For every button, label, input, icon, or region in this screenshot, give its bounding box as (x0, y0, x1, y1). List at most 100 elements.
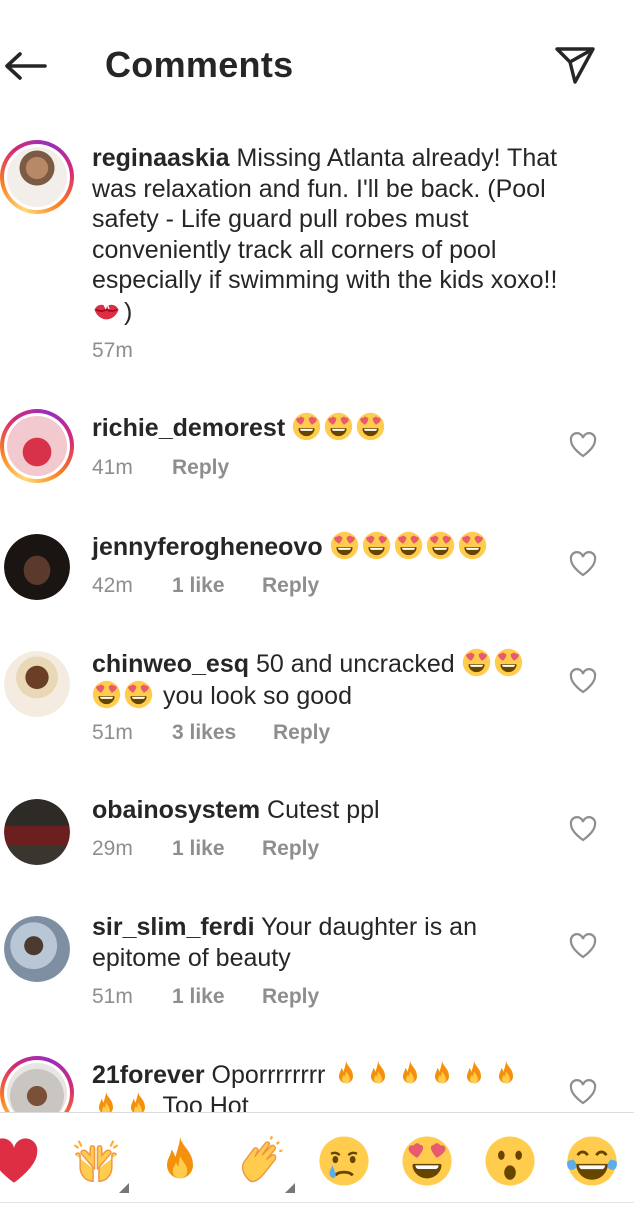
fire-emoji (492, 1060, 520, 1088)
like-button[interactable] (568, 667, 598, 695)
fire-emoji (124, 1091, 152, 1113)
heart-eyes-emoji (458, 531, 487, 560)
fire-emoji (396, 1060, 424, 1088)
heart-eyes-emoji (362, 531, 391, 560)
comment-time: 42m (92, 574, 133, 597)
paper-plane-icon (555, 47, 595, 84)
tears-of-joy-emoji[interactable] (566, 1135, 618, 1187)
comment-username[interactable]: sir_slim_ferdi (92, 913, 255, 941)
comment-text: 21forever Oporrrrrrrr Too Hot (92, 1060, 562, 1112)
comment-body-end: you look so good (162, 681, 352, 710)
comment-meta: 42m 1 like Reply (92, 574, 319, 598)
comment-username[interactable]: reginaaskia (92, 144, 230, 172)
comment-body: Cutest ppl (260, 796, 380, 824)
avatar[interactable] (0, 140, 74, 214)
reply-button[interactable]: Reply (172, 456, 229, 480)
back-button[interactable] (0, 44, 50, 88)
heart-outline-icon (569, 551, 597, 577)
comment-text: obainosystem Cutest ppl (92, 795, 562, 826)
skin-tone-indicator (285, 1183, 295, 1193)
heart-eyes-emoji (92, 680, 121, 709)
fire-emoji (364, 1060, 392, 1088)
comment-body: 50 and uncracked (249, 650, 455, 678)
comment-text: chinweo_esq 50 and uncracked you look so… (92, 648, 562, 711)
comment-text: richie_demorest (92, 412, 562, 444)
avatar[interactable] (0, 647, 74, 721)
heart-outline-icon (569, 432, 597, 458)
heart-eyes-emoji[interactable] (401, 1135, 453, 1187)
like-button[interactable] (568, 815, 598, 843)
fire-emoji (92, 1091, 120, 1113)
comment-text: jennyferogheneovo (92, 531, 562, 563)
avatar[interactable] (0, 530, 74, 604)
likes-count[interactable]: 3 likes (172, 721, 273, 745)
heart-eyes-emoji (292, 412, 321, 441)
comment-time: 41m (92, 456, 133, 479)
comment-username[interactable]: richie_demorest (92, 414, 285, 442)
page-title: Comments (105, 44, 294, 85)
comment-meta: 51m 1 like Reply (92, 985, 319, 1009)
comment-body-end: Too Hot (162, 1091, 249, 1113)
arrow-left-icon (5, 52, 47, 80)
comment-username[interactable]: chinweo_esq (92, 650, 249, 678)
reply-button[interactable]: Reply (262, 985, 319, 1009)
avatar[interactable] (0, 409, 74, 483)
heart-eyes-emoji (426, 531, 455, 560)
like-button[interactable] (568, 1078, 598, 1106)
avatar[interactable] (0, 795, 74, 869)
share-button[interactable] (552, 42, 598, 88)
comment-meta: 51m 3 likes Reply (92, 721, 330, 745)
comment-username[interactable]: 21forever (92, 1061, 205, 1089)
fire-emoji[interactable] (154, 1135, 206, 1187)
comment-text: reginaaskia Missing Atlanta already! Tha… (92, 143, 562, 327)
heart-outline-icon (569, 816, 597, 842)
comment-item: 21forever Oporrrrrrrr Too Hot (0, 1056, 634, 1112)
fire-emoji (460, 1060, 488, 1088)
likes-count[interactable]: 1 like (172, 574, 262, 598)
heart-eyes-emoji (462, 648, 491, 677)
comment-text: sir_slim_ferdi Your daughter is an epito… (92, 912, 562, 973)
heart-eyes-emoji (356, 412, 385, 441)
comment-time: 29m (92, 837, 133, 860)
heart-eyes-emoji (330, 531, 359, 560)
like-button[interactable] (568, 932, 598, 960)
comment-username[interactable]: jennyferogheneovo (92, 533, 323, 561)
bottom-divider (0, 1202, 634, 1214)
reply-button[interactable]: Reply (262, 574, 319, 598)
fire-emoji (332, 1060, 360, 1088)
comment-time: 57m (92, 339, 133, 362)
comment-username[interactable]: obainosystem (92, 796, 260, 824)
kiss-mark-emoji (92, 296, 121, 325)
likes-count[interactable]: 1 like (172, 837, 262, 861)
heart-outline-icon (569, 668, 597, 694)
heart-outline-icon (569, 933, 597, 959)
heart-eyes-emoji (494, 648, 523, 677)
comment-time: 51m (92, 721, 133, 744)
raising-hands-emoji[interactable] (70, 1135, 122, 1187)
comment-meta: 29m 1 like Reply (92, 837, 319, 861)
like-button[interactable] (568, 431, 598, 459)
header: Comments (0, 0, 634, 130)
like-button[interactable] (568, 550, 598, 578)
fire-emoji (428, 1060, 456, 1088)
comment-body-end: ) (124, 297, 133, 326)
surprised-face-emoji[interactable] (484, 1135, 536, 1187)
heart-eyes-emoji (394, 531, 423, 560)
comment-meta: 41m Reply (92, 456, 229, 480)
heart-eyes-emoji (324, 412, 353, 441)
heart-eyes-emoji (124, 680, 153, 709)
red-heart-emoji[interactable] (0, 1135, 40, 1187)
crying-face-emoji[interactable] (318, 1135, 370, 1187)
clapping-hands-emoji[interactable] (236, 1135, 288, 1187)
heart-outline-icon (569, 1079, 597, 1105)
comment-body: Oporrrrrrrr (204, 1061, 326, 1089)
comment-meta: 57m (92, 339, 172, 363)
reply-button[interactable]: Reply (262, 837, 319, 861)
avatar[interactable] (0, 1056, 74, 1112)
likes-count[interactable]: 1 like (172, 985, 262, 1009)
emoji-quick-bar (0, 1112, 634, 1202)
avatar[interactable] (0, 912, 74, 986)
comment-time: 51m (92, 985, 133, 1008)
skin-tone-indicator (119, 1183, 129, 1193)
reply-button[interactable]: Reply (273, 721, 330, 745)
